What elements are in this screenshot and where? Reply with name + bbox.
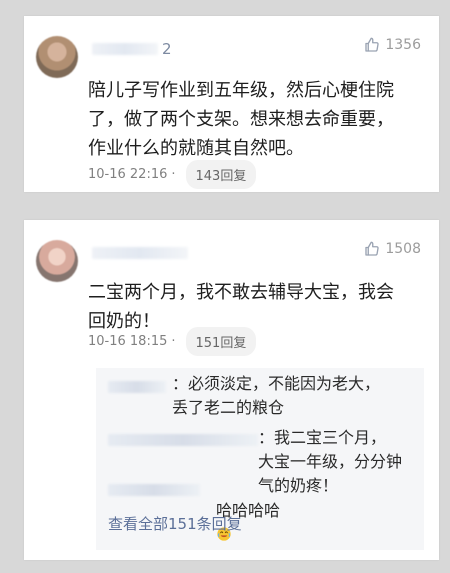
reply-count-button[interactable]: 151回复 xyxy=(185,327,257,356)
username-blur[interactable] xyxy=(92,247,188,259)
reply-preview-box: ：必须淡定，不能因为老大， 丢了老二的粮仓 ：我二宝三个月， 大宝一年级，分分钟… xyxy=(96,368,424,550)
separator-dot: · xyxy=(171,167,176,182)
like-count: 1356 xyxy=(385,37,421,53)
avatar[interactable] xyxy=(36,36,78,78)
separator-dot: · xyxy=(171,334,176,349)
username-blur[interactable] xyxy=(92,43,158,55)
comment-meta: 10-16 22:16 · 143回复 xyxy=(88,160,257,189)
thumbs-up-icon xyxy=(365,37,380,52)
reply-text-1: ：必须淡定，不能因为老大， 丢了老二的粮仓 xyxy=(172,374,381,417)
comment-card-2: 1508 二宝两个月，我不敢去辅导大宝，我会 回奶的！ 10-16 18:15 … xyxy=(24,220,439,560)
reply-text-3: 哈哈哈哈 xyxy=(108,475,414,547)
timestamp: 10-16 18:15 xyxy=(88,334,168,349)
reply-count-button[interactable]: 143回复 xyxy=(185,160,257,189)
like-control[interactable]: 1508 xyxy=(363,240,421,258)
comment-text: 陪儿子写作业到五年级，然后心梗住院 了，做了两个支架。想来想去命重要， 作业什么… xyxy=(88,80,394,159)
like-control[interactable]: 1356 xyxy=(363,36,421,54)
comment-meta: 10-16 18:15 · 151回复 xyxy=(88,327,257,356)
like-count: 1508 xyxy=(385,241,421,257)
username-suffix[interactable]: 2 xyxy=(162,40,172,58)
avatar[interactable] xyxy=(36,240,78,282)
thumbs-up-icon xyxy=(365,241,380,256)
timestamp: 10-16 22:16 xyxy=(88,167,168,182)
view-all-replies-link[interactable]: 查看全部151条回复 xyxy=(108,513,242,534)
comment-card-1: 2 1356 陪儿子写作业到五年级，然后心梗住院 了，做了两个支架。想来想去命重… xyxy=(24,16,439,192)
